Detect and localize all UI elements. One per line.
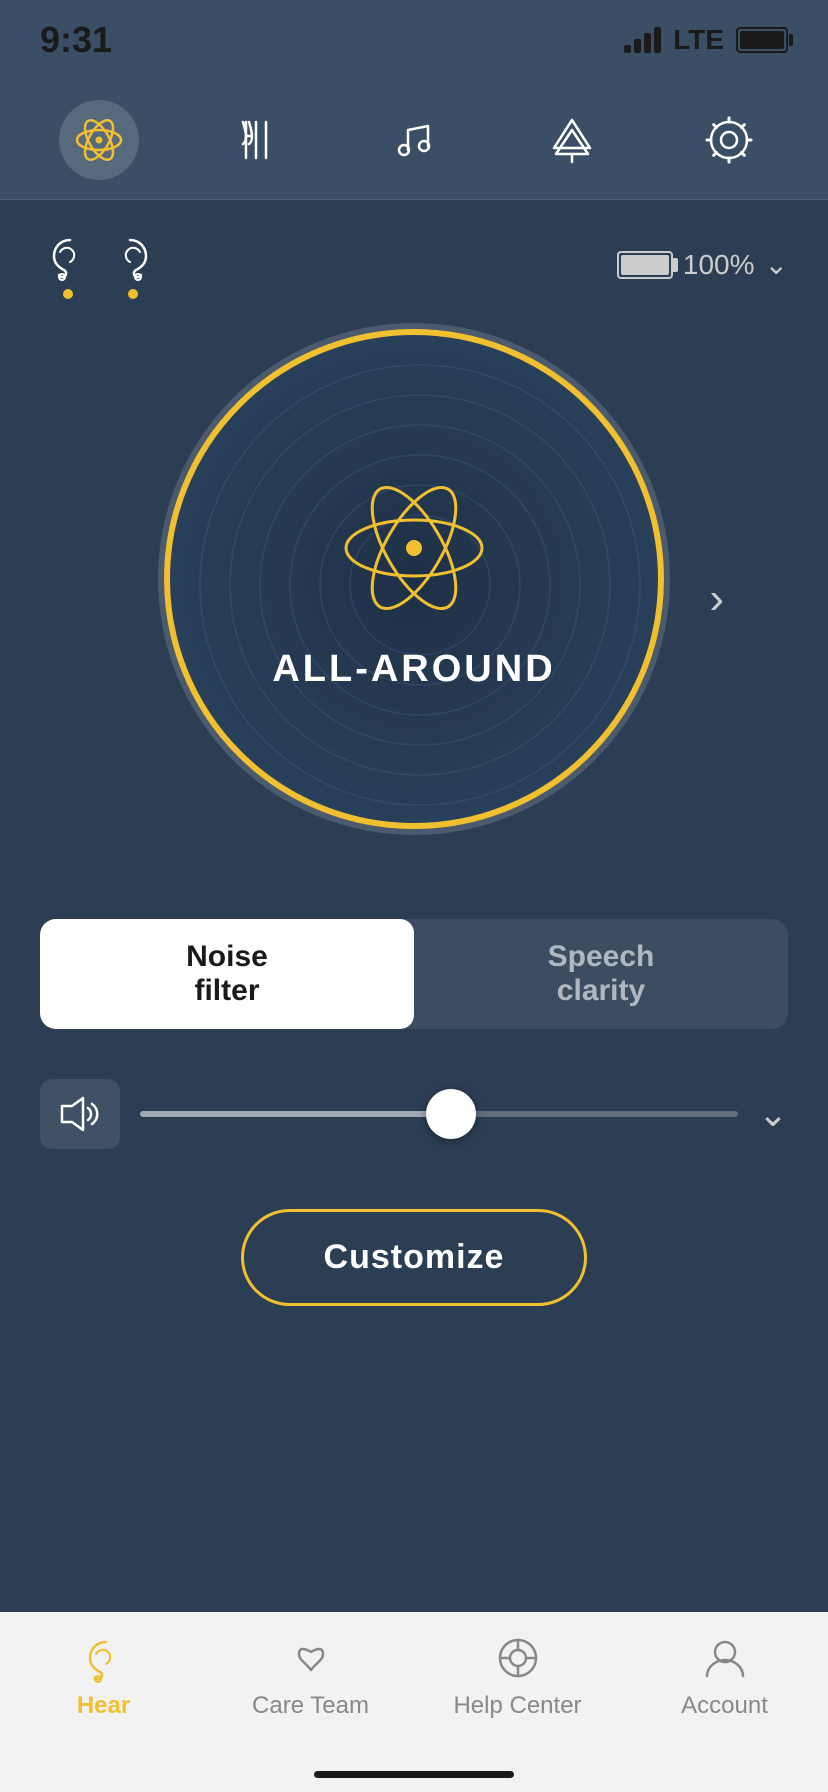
care-team-nav-label: Care Team (252, 1692, 369, 1720)
status-time: 9:31 (40, 19, 112, 61)
lte-label: LTE (673, 24, 724, 56)
nav-outdoor[interactable] (532, 100, 612, 180)
device-icons (40, 230, 160, 299)
bottom-nav-help-center[interactable]: Help Center (448, 1632, 588, 1720)
main-content: 100% ⌄ ALL-AROUND › (0, 200, 828, 1612)
bottom-nav-care-team[interactable]: Care Team (241, 1632, 381, 1720)
left-device-dot (63, 289, 73, 299)
volume-icon (57, 1094, 103, 1134)
next-mode-arrow[interactable]: › (709, 574, 724, 624)
hear-nav-label: Hear (77, 1692, 130, 1720)
top-nav (0, 80, 828, 200)
outdoor-nav-icon (546, 114, 598, 166)
atom-logo (334, 468, 494, 628)
bottom-nav-hear[interactable]: Hear (34, 1632, 174, 1720)
nav-music[interactable] (374, 100, 454, 180)
volume-icon-button[interactable] (40, 1079, 120, 1149)
nav-all-around[interactable] (59, 100, 139, 180)
account-nav-icon (699, 1632, 751, 1684)
restaurant-nav-icon (230, 114, 282, 166)
slider-thumb[interactable] (426, 1089, 476, 1139)
battery-icon (736, 27, 788, 53)
speech-clarity-tab[interactable]: Speech clarity (414, 919, 788, 1029)
volume-expand-chevron[interactable]: ⌄ (758, 1093, 788, 1135)
nav-settings[interactable] (689, 100, 769, 180)
left-hearing-aid (40, 230, 95, 299)
circle-display[interactable]: ALL-AROUND (164, 329, 664, 829)
music-nav-icon (388, 114, 440, 166)
signal-bars (624, 27, 661, 53)
right-hearing-aid (105, 230, 160, 299)
battery-status[interactable]: 100% ⌄ (617, 248, 788, 281)
toggle-container: Noise filter Speech clarity (40, 919, 788, 1029)
status-right: LTE (624, 24, 788, 56)
bottom-nav: Hear Care Team Help Center (0, 1612, 828, 1792)
customize-button[interactable]: Customize (241, 1209, 588, 1306)
bottom-nav-account[interactable]: Account (655, 1632, 795, 1720)
battery-percent-label: 100% (683, 249, 755, 281)
settings-nav-icon (703, 114, 755, 166)
account-nav-label: Account (681, 1692, 768, 1720)
bottom-nav-wrapper: Hear Care Team Help Center (0, 1612, 828, 1792)
volume-slider[interactable] (140, 1084, 738, 1144)
noise-filter-tab[interactable]: Noise filter (40, 919, 414, 1029)
right-hearing-aid-icon (105, 230, 160, 285)
atom-nav-icon (73, 114, 125, 166)
mode-label: ALL-AROUND (272, 648, 555, 691)
slider-fill (140, 1111, 451, 1117)
hear-nav-icon (78, 1632, 130, 1684)
circle-display-wrapper: ALL-AROUND › (164, 329, 664, 869)
status-bar: 9:31 LTE (0, 0, 828, 80)
volume-row: ⌄ (40, 1079, 788, 1149)
nav-restaurant[interactable] (216, 100, 296, 180)
battery-chevron-icon[interactable]: ⌄ (765, 248, 788, 281)
device-header: 100% ⌄ (40, 230, 788, 299)
left-hearing-aid-icon (40, 230, 95, 285)
home-indicator (314, 1771, 514, 1778)
help-center-nav-icon (492, 1632, 544, 1684)
slider-track (140, 1111, 738, 1117)
right-device-dot (128, 289, 138, 299)
care-team-nav-icon (285, 1632, 337, 1684)
help-center-nav-label: Help Center (453, 1692, 581, 1720)
battery-full-icon (617, 251, 673, 279)
